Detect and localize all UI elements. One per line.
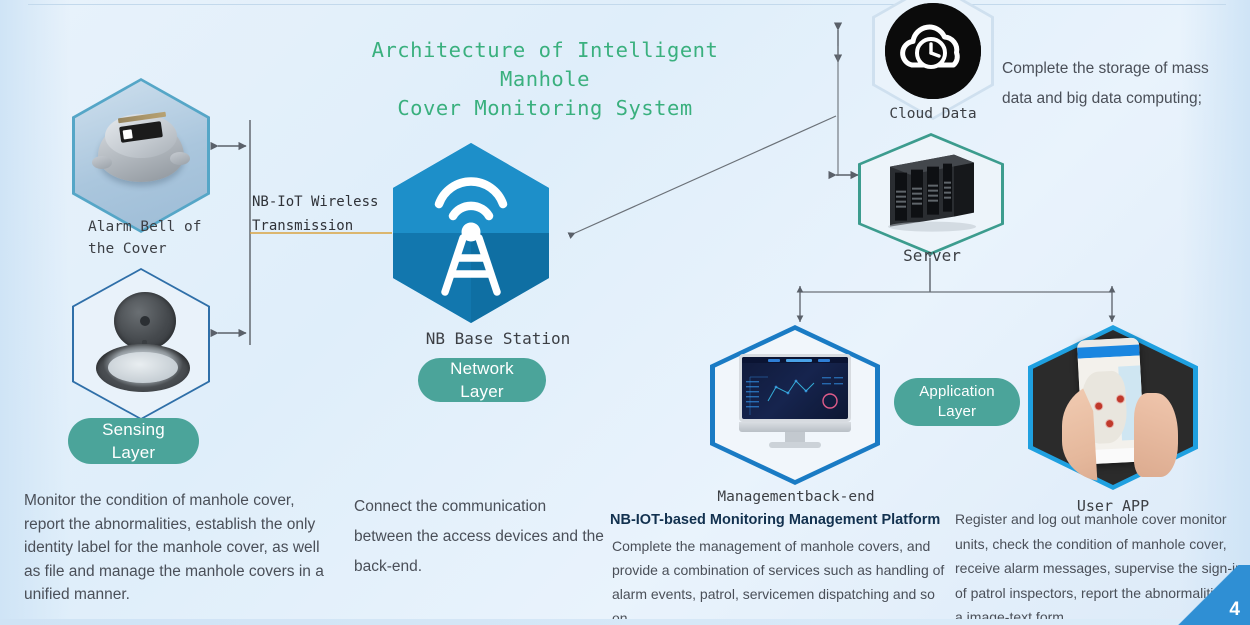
nbiot-transmission-label: NB-IoT Wireless Transmission xyxy=(252,190,402,238)
sensing-layer-pill: Sensing Layer xyxy=(68,418,199,464)
sensing-layer-pill-line-2: Layer xyxy=(111,443,156,462)
manhole-cover-device-image xyxy=(72,268,210,420)
application-layer-pill-line-2: Layer xyxy=(937,403,977,420)
alarm-bell-caption-line-1: Alarm Bell of xyxy=(88,219,202,235)
slide-title-line-2: Cover Monitoring System xyxy=(397,96,693,120)
nbiot-transmission-label-line-1: NB-IoT Wireless xyxy=(252,194,379,210)
alarm-bell-device-image xyxy=(72,78,210,233)
slide-title: Architecture of Intelligent Manhole Cove… xyxy=(330,36,760,123)
server-caption: Server xyxy=(903,246,961,265)
sensing-layer-description: Monitor the condition of manhole cover, … xyxy=(24,492,324,603)
desktop-monitor-icon xyxy=(739,354,851,450)
server-rack-icon xyxy=(888,154,976,232)
application-layer-pill-line-1: Application xyxy=(919,383,995,400)
management-backend-caption: Managementback-end xyxy=(717,489,875,505)
cloud-data-description: Complete the storage of mass data and bi… xyxy=(1002,60,1209,107)
application-layer-pill: Application Layer xyxy=(894,378,1020,426)
network-layer-pill-line-2: Layer xyxy=(460,382,504,401)
alarm-bell-puck-icon xyxy=(92,108,190,194)
network-layer-pill-line-1: Network xyxy=(450,359,514,378)
smartphone-in-hand-icon xyxy=(1038,333,1188,483)
cloud-clock-icon xyxy=(885,3,981,99)
manhole-cover-icon xyxy=(90,292,194,396)
page-number: 4 xyxy=(1229,599,1240,620)
nbiot-transmission-label-line-2: Transmission xyxy=(252,218,354,234)
network-layer-description: Connect the communication between the ac… xyxy=(354,498,604,575)
cloud-data-caption: Cloud Data xyxy=(889,106,977,122)
alarm-bell-caption: Alarm Bell of the Cover xyxy=(88,216,248,260)
platform-description: Complete the management of manhole cover… xyxy=(612,538,945,625)
top-divider-rule xyxy=(28,4,1226,5)
radio-tower-icon xyxy=(434,177,508,296)
platform-heading: NB-IOT-based Monitoring Management Platf… xyxy=(610,512,941,528)
slide-title-line-1: Architecture of Intelligent Manhole xyxy=(371,38,719,91)
alarm-bell-caption-line-2: the Cover xyxy=(88,241,167,257)
bottom-bar xyxy=(0,619,1250,625)
sensing-layer-pill-line-1: Sensing xyxy=(102,420,165,439)
hand-palm xyxy=(1134,393,1178,477)
network-layer-pill: Network Layer xyxy=(418,358,546,402)
slide-canvas: Architecture of Intelligent Manhole Cove… xyxy=(0,0,1250,625)
nb-base-station-caption: NB Base Station xyxy=(425,329,571,348)
